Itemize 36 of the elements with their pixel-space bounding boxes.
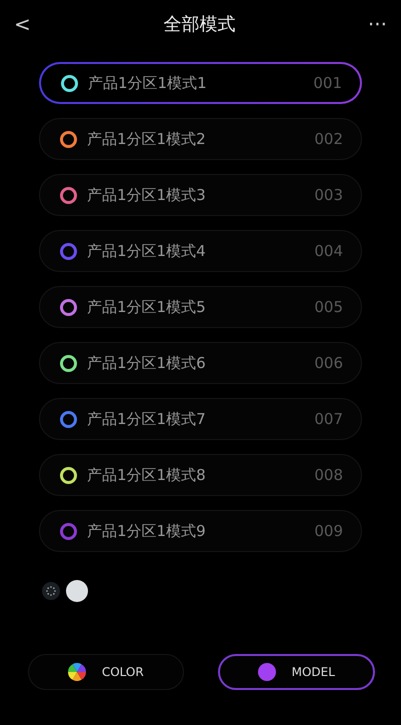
mode-tab[interactable]: COLOR [28, 654, 184, 690]
mode-code: 002 [314, 128, 343, 150]
mode-name: 产品1分区1模式1 [88, 72, 208, 94]
color-wheel-icon [68, 663, 86, 681]
mode-name: 产品1分区1模式8 [87, 464, 207, 486]
mode-code: 006 [314, 352, 343, 374]
mode-code: 001 [313, 72, 342, 94]
mode-name: 产品1分区1模式5 [87, 296, 207, 318]
brightness-icon [42, 582, 60, 600]
mode-code: 008 [314, 464, 343, 486]
mode-name: 产品1分区1模式3 [87, 184, 207, 206]
mode-item[interactable]: 产品1分区1模式1 001 [39, 62, 362, 104]
back-button[interactable]: < [14, 14, 31, 34]
page-title: 全部模式 [163, 12, 236, 36]
mode-code: 004 [314, 240, 343, 262]
mode-code: 007 [314, 408, 343, 430]
mode-tab[interactable]: MODEL [218, 654, 375, 690]
mode-item[interactable]: 产品1分区1模式3 003 [39, 174, 362, 216]
mode-item[interactable]: 产品1分区1模式5 005 [39, 286, 362, 328]
mode-name: 产品1分区1模式6 [87, 352, 207, 374]
mode-name: 产品1分区1模式4 [87, 240, 207, 262]
mode-item[interactable]: 产品1分区1模式7 007 [39, 398, 362, 440]
mode-name: 产品1分区1模式9 [87, 520, 207, 542]
mode-code: 005 [314, 296, 343, 318]
mode-name: 产品1分区1模式7 [87, 408, 207, 430]
mode-code: 003 [314, 184, 343, 206]
mode-item[interactable]: 产品1分区1模式4 004 [39, 230, 362, 272]
mode-item[interactable]: 产品1分区1模式2 002 [39, 118, 362, 160]
mode-item[interactable]: 产品1分区1模式6 006 [39, 342, 362, 384]
mode-code: 009 [314, 520, 343, 542]
slider-thumb[interactable] [66, 580, 88, 602]
mode-item[interactable]: 产品1分区1模式9 009 [39, 510, 362, 552]
dot-icon [258, 663, 276, 681]
mode-item[interactable]: 产品1分区1模式8 008 [39, 454, 362, 496]
mode-name: 产品1分区1模式2 [87, 128, 207, 150]
more-button[interactable]: ··· [368, 14, 387, 34]
